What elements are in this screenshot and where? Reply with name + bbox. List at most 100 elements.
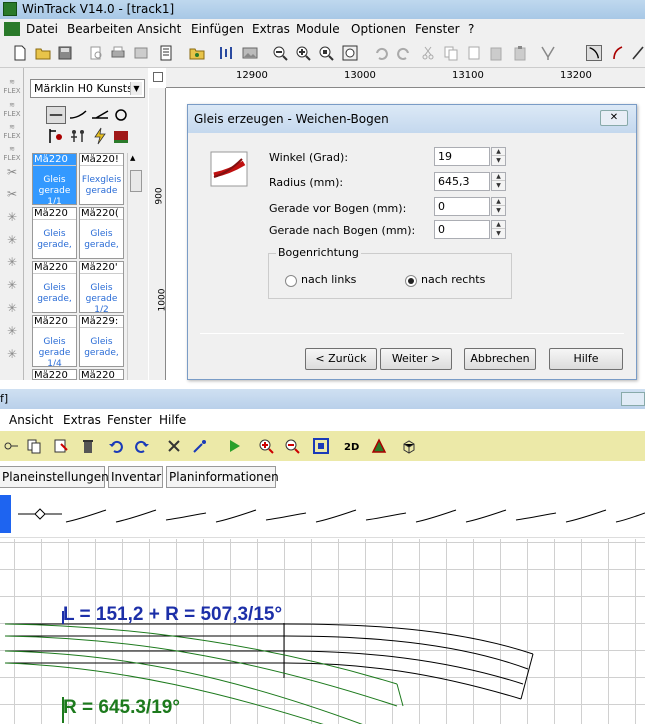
menu2-extras[interactable]: Extras xyxy=(63,413,101,427)
zoom-region-icon[interactable] xyxy=(318,45,334,61)
help-button[interactable]: Hilfe xyxy=(549,348,623,370)
cancel-button[interactable]: Abbrechen xyxy=(464,348,536,370)
library-tile[interactable]: Mä220 Gleis gerade, xyxy=(32,207,77,259)
menu-einfuegen[interactable]: Einfügen xyxy=(191,22,244,36)
electric-icon[interactable] xyxy=(90,127,110,145)
spin-up-icon[interactable]: ▲ xyxy=(492,173,505,181)
crossing-icon[interactable]: ✳ xyxy=(2,302,22,322)
split-icon[interactable] xyxy=(166,438,182,454)
cube-icon[interactable] xyxy=(401,438,417,454)
back-button[interactable]: < Zurück xyxy=(305,348,377,370)
crossing-icon[interactable]: ✳ xyxy=(2,211,22,231)
new-file-icon[interactable] xyxy=(12,45,28,61)
radio-right[interactable] xyxy=(405,275,417,287)
save-icon[interactable] xyxy=(57,45,73,61)
open-folder-icon[interactable] xyxy=(35,45,51,61)
cut-track-icon[interactable] xyxy=(53,438,69,454)
paste-special-icon[interactable] xyxy=(512,45,528,61)
crossing-icon[interactable]: ✳ xyxy=(2,279,22,299)
angle-spinner[interactable]: ▲ ▼ xyxy=(491,147,506,166)
crossing-icon[interactable]: ✳ xyxy=(2,325,22,345)
library-tile[interactable]: Mä229: Gleis gerade, xyxy=(79,315,124,367)
crossing-icon[interactable]: ✳ xyxy=(2,348,22,368)
crossing-icon[interactable]: ✳ xyxy=(2,256,22,276)
list-icon[interactable] xyxy=(158,45,174,61)
rotate-right-icon[interactable] xyxy=(134,438,150,454)
play-icon[interactable] xyxy=(226,438,242,454)
copy-icon[interactable] xyxy=(26,438,42,454)
scroll-thumb[interactable] xyxy=(130,170,142,192)
switch-icon[interactable]: ✂ xyxy=(2,166,22,186)
menu-help[interactable]: ? xyxy=(468,22,474,36)
tab-planinformationen[interactable]: Planinformationen xyxy=(166,466,279,488)
building-icon[interactable] xyxy=(111,127,131,145)
radio-left[interactable] xyxy=(285,275,297,287)
close-icon[interactable]: ✕ xyxy=(600,110,628,126)
menu-bearbeiten[interactable]: Bearbeiten xyxy=(67,22,133,36)
menu-ansicht[interactable]: Ansicht xyxy=(137,22,181,36)
redo-icon[interactable] xyxy=(396,45,412,61)
cut-icon[interactable] xyxy=(420,45,436,61)
trash-icon[interactable] xyxy=(80,438,96,454)
menu-optionen[interactable]: Optionen xyxy=(351,22,406,36)
figures-icon[interactable] xyxy=(68,127,88,145)
export-icon[interactable] xyxy=(133,45,149,61)
library-tile[interactable]: Mä220( Gleis gerade, xyxy=(79,207,124,259)
straight-after-spinner[interactable]: ▲ ▼ xyxy=(491,220,506,239)
curve-tool-icon[interactable] xyxy=(586,45,602,61)
straight-before-input[interactable]: 0 xyxy=(434,197,490,216)
curve-track-icon[interactable] xyxy=(68,106,88,124)
library-tile[interactable]: Mä220 Gleis gerade 1/1 xyxy=(32,153,77,205)
crossing-icon[interactable]: ✳ xyxy=(2,234,22,254)
track-tool-icon[interactable] xyxy=(540,45,556,61)
selected-shape-marker[interactable] xyxy=(0,495,11,533)
menu-module[interactable]: Module xyxy=(296,22,340,36)
menu-fenster[interactable]: Fenster xyxy=(415,22,460,36)
library-tile[interactable]: Mä220 xyxy=(32,369,77,380)
straight-track-icon[interactable] xyxy=(46,106,66,124)
menu2-ansicht[interactable]: Ansicht xyxy=(9,413,53,427)
minimize-icon[interactable] xyxy=(621,392,645,406)
undo-icon[interactable] xyxy=(373,45,389,61)
spin-down-icon[interactable]: ▼ xyxy=(492,182,505,190)
library-tile[interactable]: Mä220' Gleis gerade 1/2 xyxy=(79,261,124,313)
print-icon[interactable] xyxy=(110,45,126,61)
menu2-hilfe[interactable]: Hilfe xyxy=(159,413,186,427)
add-point-icon[interactable] xyxy=(192,438,208,454)
library-tile[interactable]: Mä220 Gleis gerade 1/4 xyxy=(32,315,77,367)
library-tile[interactable]: Mä220 Gleis gerade, xyxy=(32,261,77,313)
menu2-fenster[interactable]: Fenster xyxy=(107,413,152,427)
copy-icon[interactable] xyxy=(443,45,459,61)
spin-down-icon[interactable]: ▼ xyxy=(492,230,505,238)
turntable-icon[interactable] xyxy=(111,106,131,124)
flex-icon[interactable]: ≋ FLEX xyxy=(2,78,22,96)
library-combo[interactable]: Märklin H0 Kunstst ▼ xyxy=(30,79,145,98)
radius-spinner[interactable]: ▲ ▼ xyxy=(491,172,506,191)
spin-down-icon[interactable]: ▼ xyxy=(492,207,505,215)
flex-icon[interactable]: ≋ FLEX xyxy=(2,101,22,119)
copy-special-icon[interactable] xyxy=(466,45,482,61)
radio-right-label[interactable]: nach rechts xyxy=(421,273,485,286)
switch-icon[interactable]: ✂ xyxy=(2,188,22,208)
library-tile[interactable]: Mä220 xyxy=(79,369,124,380)
zoom-out-icon[interactable] xyxy=(284,438,300,454)
menu-datei[interactable]: Datei xyxy=(26,22,58,36)
straight-after-input[interactable]: 0 xyxy=(434,220,490,239)
radio-left-label[interactable]: nach links xyxy=(301,273,356,286)
flex-icon[interactable]: ≋ FLEX xyxy=(2,145,22,163)
library-scrollbar[interactable]: ▲ xyxy=(127,153,143,380)
spin-up-icon[interactable]: ▲ xyxy=(492,221,505,229)
track-shape-options[interactable] xyxy=(0,492,645,538)
fit-view-icon[interactable] xyxy=(313,438,329,454)
straight-before-spinner[interactable]: ▲ ▼ xyxy=(491,197,506,216)
3d-view-icon[interactable] xyxy=(371,438,387,454)
flex-tool-icon[interactable] xyxy=(610,45,626,61)
radius-input[interactable]: 645,3 xyxy=(434,172,490,191)
rotate-left-icon[interactable] xyxy=(108,438,124,454)
switch-track-icon[interactable] xyxy=(90,106,110,124)
chevron-down-icon[interactable]: ▼ xyxy=(130,82,142,95)
zoom-fit-icon[interactable] xyxy=(342,45,358,61)
print-preview-icon[interactable] xyxy=(88,45,104,61)
tab-inventar[interactable]: Inventar xyxy=(108,466,163,488)
spin-down-icon[interactable]: ▼ xyxy=(492,157,505,165)
